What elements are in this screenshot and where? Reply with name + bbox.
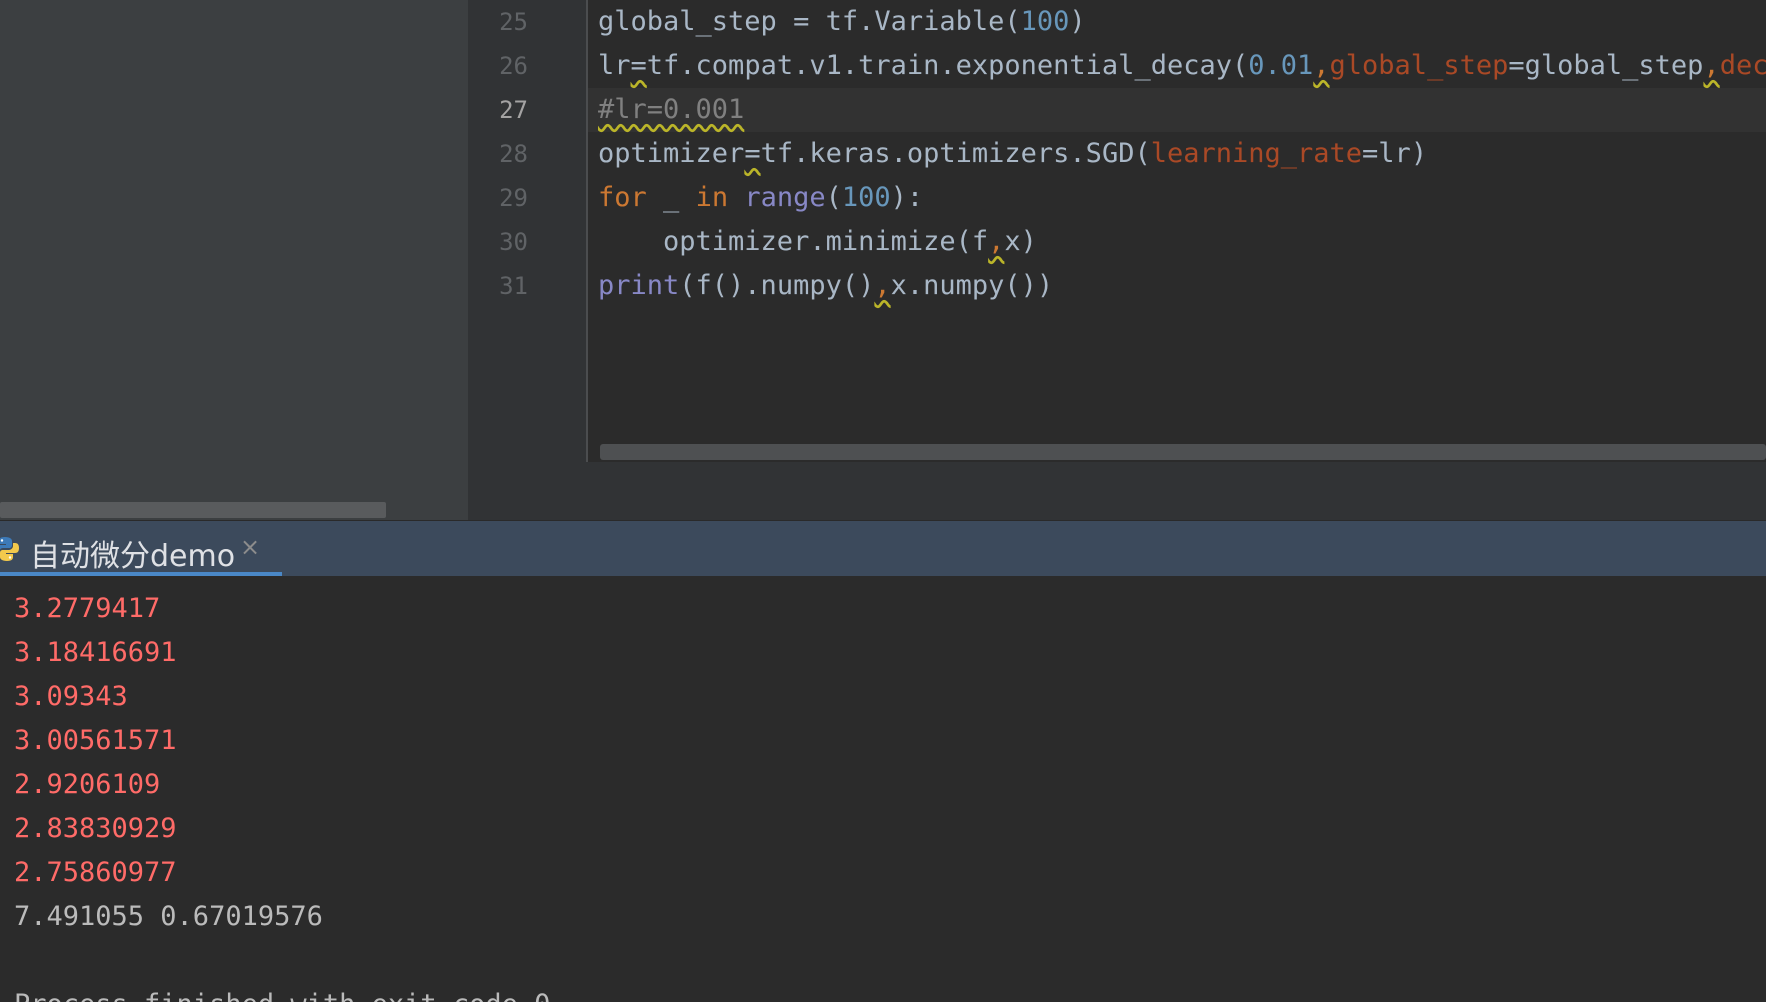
gutter-separator: [586, 0, 588, 462]
code-token: for: [598, 182, 647, 213]
code-token: ,: [988, 226, 1005, 257]
code-token: ,: [1313, 50, 1330, 81]
line-number[interactable]: 28: [468, 132, 528, 176]
run-tool-window-tabs: 自动微分demo ×: [0, 520, 1766, 577]
code-token: lr: [598, 50, 631, 81]
code-token: =: [630, 50, 647, 81]
code-token: in: [695, 182, 729, 213]
code-token: range: [744, 182, 826, 213]
code-token: 100: [841, 182, 891, 213]
close-icon[interactable]: ×: [240, 533, 260, 561]
code-token: ,: [874, 270, 891, 301]
code-token: (: [825, 182, 842, 213]
console-line: 7.491055 0.67019576: [14, 901, 323, 932]
run-tab-autodiff-demo[interactable]: 自动微分demo ×: [0, 521, 282, 577]
console-line: 3.3744377743: [14, 576, 209, 587]
line-number[interactable]: 25: [468, 0, 528, 44]
line-number[interactable]: 27: [468, 88, 528, 132]
code-token: print: [598, 270, 680, 301]
code-token: tf.compat.v1.train.exponential_decay(: [646, 50, 1249, 81]
line-number[interactable]: 31: [468, 264, 528, 308]
python-icon: [0, 537, 19, 561]
run-console-output[interactable]: 3.3744377743 3.2779417 3.18416691 3.09343 3.…: [0, 576, 1766, 1002]
project-tool-window: [0, 0, 468, 520]
code-token: 100: [1020, 6, 1070, 37]
code-token: tf.keras.optimizers.SGD(: [760, 138, 1151, 169]
code-token: _: [646, 182, 696, 213]
code-line[interactable]: global_step = tf.Variable(100): [598, 0, 1086, 44]
code-token: x.numpy()): [890, 270, 1054, 301]
code-editor[interactable]: 25 26 27 28 29 30 31 global_step = tf.Variable…: [468, 0, 1766, 520]
code-token: =: [744, 138, 761, 169]
code-line[interactable]: optimizer.minimize(f,x): [598, 220, 1037, 264]
code-token: deca: [1719, 50, 1766, 81]
console-line: Process finished with exit code 0: [14, 983, 550, 1002]
line-number[interactable]: 26: [468, 44, 528, 88]
code-token: =global_step: [1508, 50, 1704, 81]
code-token: x): [1004, 226, 1037, 257]
current-line-highlight: [588, 88, 1766, 132]
editor-footer-area: [468, 462, 1766, 520]
code-token: =lr): [1362, 138, 1428, 169]
console-line: 2.9206109: [14, 769, 161, 800]
code-line[interactable]: lr=tf.compat.v1.train.exponential_decay(…: [598, 44, 1766, 88]
code-token: optimizer.minimize(f: [598, 226, 989, 257]
line-number[interactable]: 29: [468, 176, 528, 220]
code-token: learning_rate: [1150, 138, 1363, 169]
run-tab-label: 自动微分demo: [30, 539, 236, 574]
console-line: 3.00561571: [14, 725, 177, 756]
code-token: 0.01: [1248, 50, 1314, 81]
line-number-gutter[interactable]: 25 26 27 28 29 30 31: [468, 0, 586, 462]
code-token: global_step: [1329, 50, 1509, 81]
code-token: ): [1069, 6, 1086, 37]
editor-horizontal-scrollbar[interactable]: [600, 444, 1766, 460]
code-token: (f().numpy(): [679, 270, 875, 301]
code-token: global_step = tf.Variable(: [598, 6, 1021, 37]
code-line[interactable]: optimizer=tf.keras.optimizers.SGD(learni…: [598, 132, 1427, 176]
project-horizontal-scrollbar[interactable]: [0, 502, 386, 518]
code-line[interactable]: for _ in range(100):: [598, 176, 923, 220]
code-line[interactable]: print(f().numpy(),x.numpy()): [598, 264, 1053, 308]
code-token: ,: [1703, 50, 1720, 81]
console-line: 2.75860977: [14, 857, 177, 888]
console-line: 3.18416691: [14, 637, 177, 668]
code-token: ):: [890, 182, 924, 213]
code-line[interactable]: #lr=0.001: [598, 88, 744, 132]
code-token: optimizer: [598, 138, 745, 169]
line-number[interactable]: 30: [468, 220, 528, 264]
console-line: 3.09343: [14, 681, 128, 712]
code-token: #lr=0.001: [598, 94, 745, 125]
console-line: 2.83830929: [14, 813, 177, 844]
console-line: 3.2779417: [14, 593, 161, 624]
